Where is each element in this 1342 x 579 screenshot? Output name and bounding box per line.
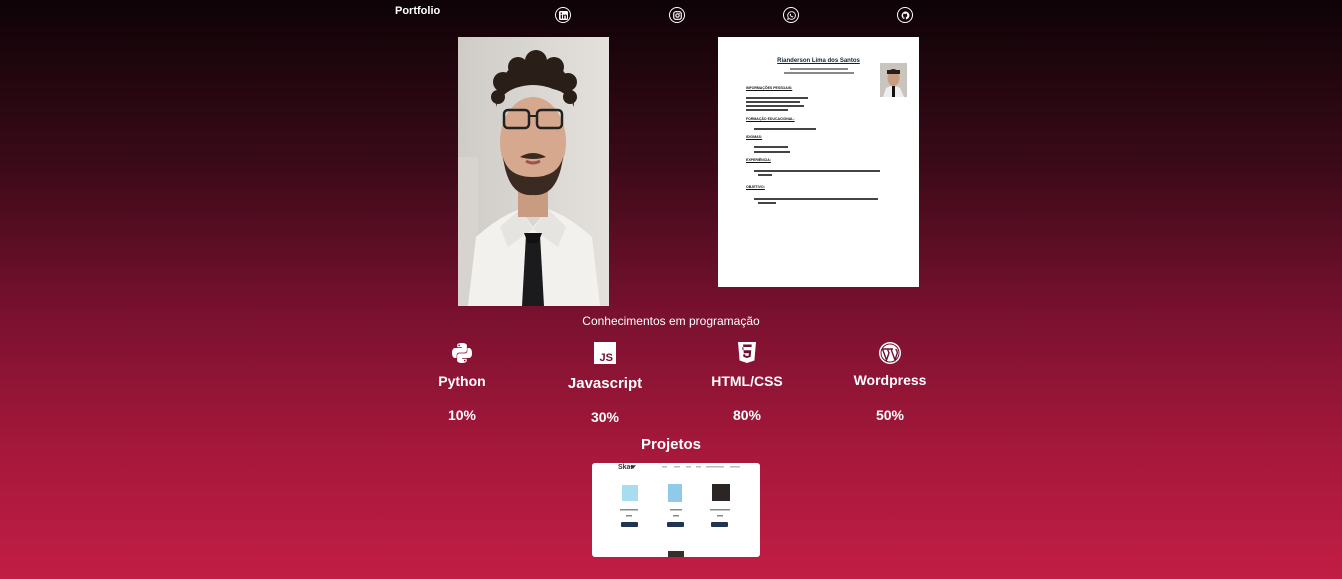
resume-photo [880,63,907,97]
profile-photo [458,37,609,306]
html5-icon [738,342,756,363]
resume-section: FORMAÇÃO EDUCACIONAL: [746,117,795,121]
instagram-icon [672,10,682,20]
python-icon [452,343,472,363]
projects-title: Projetos [640,436,701,453]
linkedin-icon [558,10,568,20]
brand-title[interactable]: Portfolio [395,5,440,17]
skill-name: HTML/CSS [711,373,783,389]
resume-section: IDIOMAS: [746,135,763,139]
resume-section: OBJETIVO: [746,185,765,189]
svg-text:JS: JS [600,352,613,364]
skill-python: Python 10% [392,340,532,423]
skill-name: Javascript [567,375,643,392]
js-icon: JS [594,342,616,364]
resume-section: INFORMAÇÕES PESSOAIS: [746,86,793,90]
whatsapp-icon [786,10,796,20]
resume-preview[interactable]: Rianderson Lima dos Santos INFORMAÇÕES P… [718,37,919,287]
whatsapp-link[interactable] [783,7,799,23]
project-logo: Skar [618,464,634,471]
resume-section: EXPERIÊNCIA: [746,158,771,162]
wordpress-icon [879,342,901,364]
instagram-link[interactable] [669,7,685,23]
skill-wordpress: Wordpress 50% [820,340,960,423]
skill-name: Wordpress [853,372,927,388]
project-card[interactable]: Skar [592,463,760,557]
skills-title: Conhecimentos em programação [582,314,760,328]
skill-percent: 80% [732,407,762,423]
skill-name: Python [438,373,486,389]
linkedin-link[interactable] [555,7,571,23]
github-icon [901,11,909,19]
skill-javascript: JS Javascript 30% [535,340,675,425]
skill-percent: 10% [447,407,477,423]
skill-html-css: HTML/CSS 80% [677,340,817,423]
skill-percent: 30% [590,409,620,425]
project-screenshot [620,465,740,557]
github-link[interactable] [897,7,913,23]
skill-percent: 50% [875,407,905,423]
